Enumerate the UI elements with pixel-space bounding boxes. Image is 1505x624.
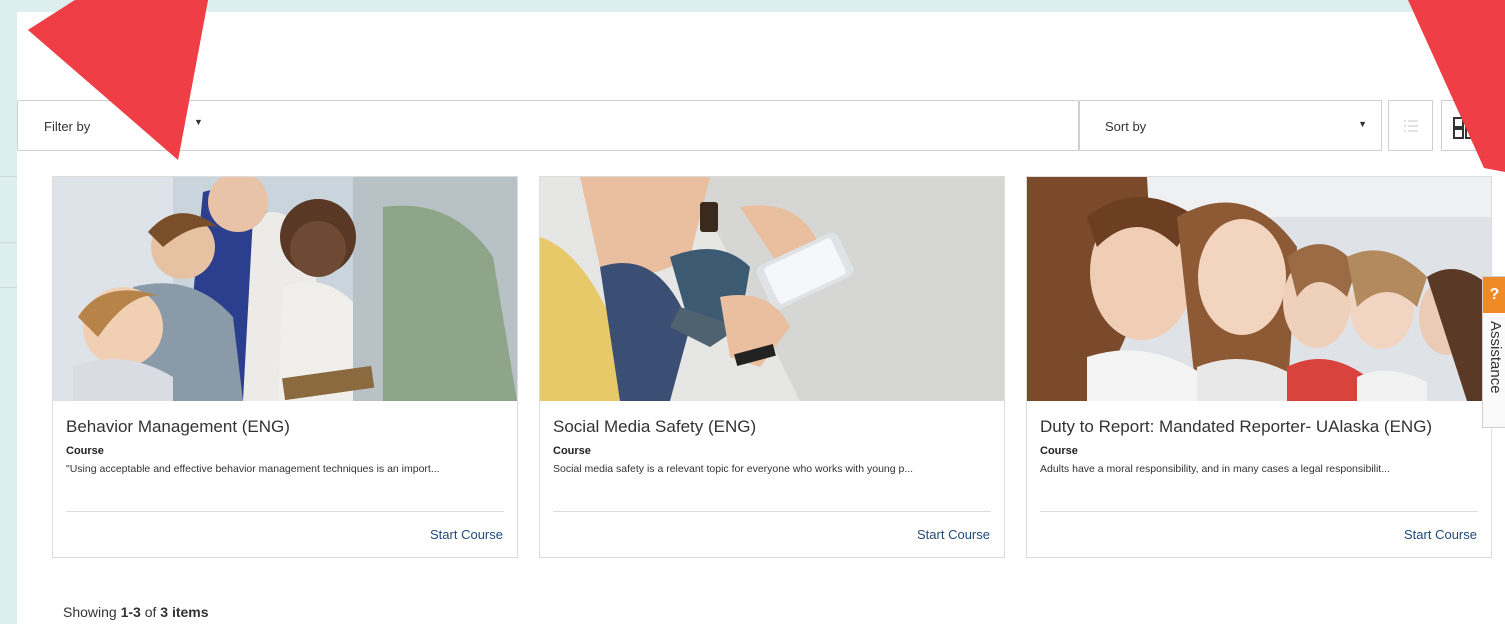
arrow-left-annotation — [28, 0, 208, 160]
course-title[interactable]: Duty to Report: Mandated Reporter- UAlas… — [1040, 417, 1432, 437]
divider — [553, 511, 991, 512]
course-title[interactable]: Social Media Safety (ENG) — [553, 417, 756, 437]
course-title[interactable]: Behavior Management (ENG) — [66, 417, 290, 437]
course-type: Course — [553, 445, 591, 457]
sort-label: Sort by — [1105, 119, 1147, 134]
start-course-link[interactable]: Start Course — [1404, 527, 1477, 542]
course-description: "Using acceptable and effective behavior… — [66, 463, 440, 475]
divider — [1040, 511, 1478, 512]
divider — [66, 511, 504, 512]
course-type: Course — [66, 445, 104, 457]
course-image — [1027, 177, 1491, 401]
course-description: Adults have a moral responsibility, and … — [1040, 463, 1390, 475]
divider — [0, 242, 17, 243]
pagination-status: Showing 1-3 of 3 items — [63, 604, 209, 620]
course-image — [540, 177, 1004, 401]
course-description: Social media safety is a relevant topic … — [553, 463, 914, 475]
arrow-right-annotation — [1408, 0, 1505, 172]
caret-down-icon: ▼ — [1358, 119, 1367, 129]
course-card[interactable]: Duty to Report: Mandated Reporter- UAlas… — [1026, 176, 1492, 558]
status-total: 3 items — [160, 604, 209, 620]
sort-dropdown[interactable]: Sort by ▼ — [1079, 100, 1382, 151]
status-prefix: Showing — [63, 604, 121, 620]
course-type: Course — [1040, 445, 1078, 457]
status-middle: of — [140, 604, 161, 620]
divider — [0, 287, 17, 288]
catalog-toolbar: Filter by ▼ Sort by ▼ — [17, 100, 1505, 151]
course-image — [53, 177, 517, 401]
course-card[interactable]: Social Media Safety (ENG) Course Social … — [539, 176, 1005, 558]
assistance-tab[interactable]: ? Assistance — [1482, 276, 1505, 428]
start-course-link[interactable]: Start Course — [430, 527, 503, 542]
start-course-link[interactable]: Start Course — [917, 527, 990, 542]
assistance-label: Assistance — [1487, 321, 1504, 394]
status-range: 1-3 — [120, 604, 141, 620]
divider — [0, 176, 17, 177]
question-icon: ? — [1483, 277, 1505, 313]
course-card[interactable]: Behavior Management (ENG) Course "Using … — [52, 176, 518, 558]
